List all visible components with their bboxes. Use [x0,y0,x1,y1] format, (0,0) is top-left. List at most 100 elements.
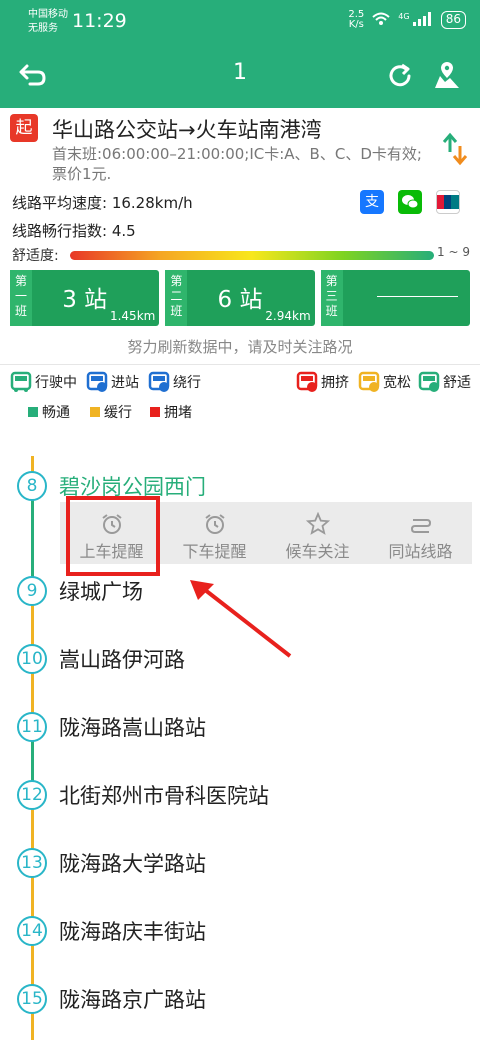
net-speed-unit: K/s [348,19,364,30]
traffic-smooth: 畅通 [28,402,70,422]
smooth-swatch [28,407,38,417]
alipay-icon[interactable]: 支 [360,190,384,214]
station-item[interactable]: 12 北街郑州市骨科医院站 [17,780,269,810]
legend-loose-label: 宽松 [383,375,411,391]
traffic-smooth-label: 畅通 [42,405,70,421]
carrier-name: 中国移动 [28,9,68,20]
legend-comfortable: 舒适 [418,371,471,393]
station-name: 绿城广场 [59,580,143,604]
comfort-label: 舒适度: [12,248,59,264]
legend-detour: 绕行 [148,371,201,393]
bus-card-2[interactable]: 第 二 班 6 站 2.94km [165,270,315,326]
station-item[interactable]: 11 陇海路嵩山路站 [17,712,206,742]
clock: 11:29 [72,10,127,32]
station-number: 8 [17,471,47,501]
legend-detour-label: 绕行 [173,375,201,391]
legend-loose: 宽松 [358,371,411,393]
station-name: 北街郑州市骨科医院站 [59,784,269,808]
bus-card-1[interactable]: 第 一 班 3 站 1.45km [10,270,160,326]
map-icon[interactable] [432,60,462,90]
bus-running-icon [10,371,32,393]
wifi-icon [372,12,390,29]
station-number: 13 [17,848,47,878]
alight-reminder-label: 下车提醒 [182,542,247,561]
comfort-scale: 1 ~ 9 [437,245,470,259]
bus-card-3[interactable]: 第 三 班 [320,270,470,326]
battery-icon: 86 [440,11,466,29]
smooth-index-row: 线路畅行指数: 4.5 [0,216,480,244]
bus-loose-icon [358,371,380,393]
top-app-bar: 1 [0,42,480,108]
alarm-clock-icon [204,514,225,534]
highlight-box [66,496,160,576]
station-item[interactable]: 15 陇海路京广路站 [17,984,206,1014]
refresh-icon[interactable] [386,62,414,90]
carrier-info: 中国移动 无服务 [28,8,68,36]
station-item[interactable]: 9 绿城广场 [17,576,143,606]
wait-follow-button[interactable]: 候车关注 [266,502,369,564]
traffic-slow-label: 缓行 [104,405,132,421]
station-item[interactable]: 14 陇海路庆丰街站 [17,916,206,946]
signal-icon: 4G [398,11,432,29]
slow-swatch [90,407,100,417]
traffic-jam-label: 拥堵 [164,405,192,421]
same-stop-lines-button[interactable]: 同站线路 [369,502,472,564]
bus-distance: 1.45km [109,309,156,323]
bus-crowded-icon [296,371,318,393]
bus-tag: 第 三 班 [320,270,343,326]
route-lines-icon [410,519,431,533]
same-stop-lines-label: 同站线路 [388,542,453,561]
bus-entering-icon [86,371,108,393]
legend-comfortable-label: 舒适 [443,375,471,391]
swap-direction-icon[interactable] [442,132,468,166]
bus-comfortable-icon [418,371,440,393]
station-name: 陇海路大学路站 [59,852,206,876]
station-number: 12 [17,780,47,810]
station-number: 9 [17,576,47,606]
smooth-index: 线路畅行指数: 4.5 [12,222,136,240]
payment-icons: 支 [360,190,460,214]
station-name: 陇海路京广路站 [59,988,206,1012]
status-bar: 中国移动 无服务 11:29 2.5 K/s 4G 86 [0,0,480,42]
route-header: 起 华山路公交站→火车站南港湾 首末班:06:00:00–21:00:00;IC… [0,108,480,188]
refresh-message: 努力刷新数据中，请及时关注路况 [127,338,353,356]
traffic-jam: 拥堵 [150,402,192,422]
start-badge: 起 [10,114,38,142]
traffic-slow: 缓行 [90,402,132,422]
route-schedule: 首末班:06:00:00–21:00:00;IC卡:A、B、C、D卡有效;票价1… [52,145,422,183]
wait-follow-label: 候车关注 [285,542,350,561]
legend-running: 行驶中 [10,371,77,393]
station-number: 15 [17,984,47,1014]
route-name: 华山路公交站→火车站南港湾 [52,118,322,142]
station-name: 陇海路庆丰街站 [59,920,206,944]
avg-speed-row: 线路平均速度: 16.28km/h 支 [0,188,480,216]
wechat-pay-icon[interactable] [398,190,422,214]
service-status: 无服务 [28,23,58,34]
legend-crowded-label: 拥挤 [321,375,349,391]
annotation-arrow [190,580,292,658]
star-icon [305,512,330,535]
avg-speed: 线路平均速度: 16.28km/h [12,194,193,212]
traffic-legend: 畅通 缓行 拥堵 [0,399,480,431]
track-segment-smooth [31,498,34,588]
station-number: 14 [17,916,47,946]
legend-running-label: 行驶中 [35,375,77,391]
no-bus-dash [376,296,458,297]
station-name: 陇海路嵩山路站 [59,716,206,740]
station-item[interactable]: 10 嵩山路伊河路 [17,644,185,674]
jam-swatch [150,407,160,417]
legend-entering: 进站 [86,371,139,393]
alight-reminder-button[interactable]: 下车提醒 [163,502,266,564]
bus-status-legend: 行驶中 进站 绕行 拥挤 宽松 舒适 [0,365,480,399]
bus-tag-char: 班 [325,304,338,318]
comfort-gradient-bar [70,251,434,260]
bus-detour-icon [148,371,170,393]
net-speed: 2.5 K/s [348,10,364,30]
signal-label: 4G [398,11,410,21]
comfort-row: 舒适度: 1 ~ 9 [0,244,480,266]
legend-entering-label: 进站 [111,375,139,391]
bus-cards: 第 一 班 3 站 1.45km 第 二 班 6 站 2.94km 第 三 班 [0,266,480,330]
legend-crowded: 拥挤 [296,371,349,393]
unionpay-icon[interactable] [436,190,460,214]
station-item[interactable]: 13 陇海路大学路站 [17,848,206,878]
